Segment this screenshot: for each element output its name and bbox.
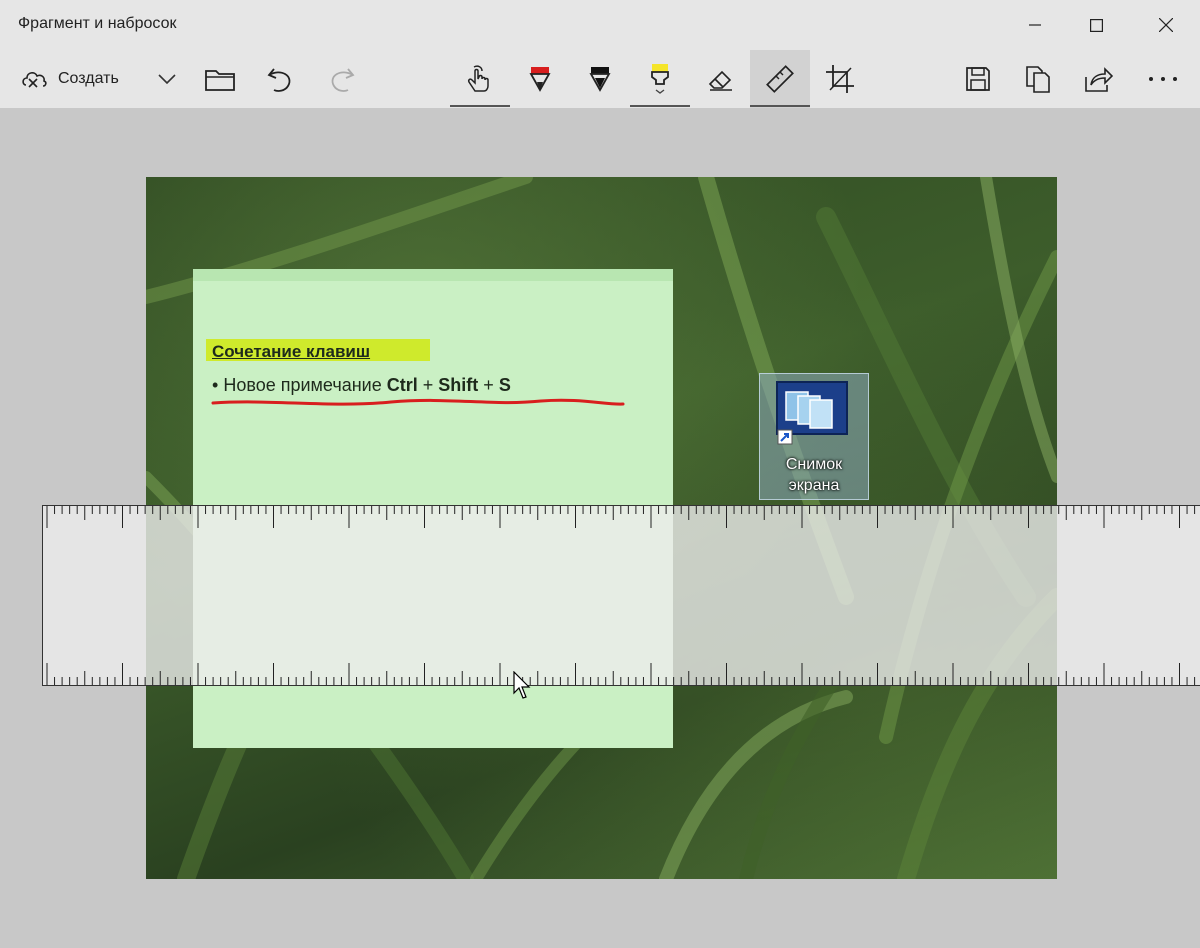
- desktop-shortcut-label: Снимок экрана: [785, 456, 843, 494]
- bullet-text: Новое примечание: [223, 375, 382, 395]
- crop-icon: [826, 65, 854, 93]
- create-dropdown-button[interactable]: [142, 50, 192, 108]
- copy-button[interactable]: [1008, 50, 1068, 108]
- ruler-overlay[interactable]: [42, 505, 1200, 686]
- pencil-icon: [589, 67, 611, 92]
- ruler-active-indicator: [750, 105, 810, 107]
- open-file-button[interactable]: [190, 50, 250, 108]
- copy-icon: [1026, 66, 1050, 93]
- pencil-button[interactable]: [570, 50, 630, 108]
- toolbar: Создать: [0, 50, 1200, 108]
- mouse-cursor-icon: [513, 671, 531, 699]
- new-snip-icon: [22, 72, 47, 88]
- save-icon: [966, 67, 990, 91]
- desktop-shortcut[interactable]: Снимок экрана: [759, 373, 869, 500]
- eraser-button[interactable]: [690, 50, 750, 108]
- highlighter-icon: [651, 64, 669, 94]
- plus-sign: +: [422, 375, 434, 395]
- close-icon: [1159, 18, 1173, 32]
- red-pen-underline: [211, 398, 625, 406]
- close-button[interactable]: [1136, 0, 1196, 50]
- key-ctrl: Ctrl: [386, 375, 418, 395]
- key-s: S: [498, 375, 511, 395]
- more-icon: [1149, 77, 1177, 81]
- touch-writing-icon: [468, 65, 489, 92]
- undo-button[interactable]: [250, 50, 310, 108]
- title-bar: Фрагмент и набросок: [0, 0, 1200, 50]
- ballpoint-pen-icon: [529, 67, 551, 92]
- highlighter-active-indicator: [630, 105, 690, 107]
- ruler-ticks: [46, 506, 1196, 685]
- highlighter-button[interactable]: [630, 50, 690, 108]
- touch-writing-button[interactable]: [450, 50, 510, 108]
- note-heading: Сочетание клавиш: [212, 342, 371, 361]
- plus-sign: +: [483, 375, 494, 395]
- app-title: Фрагмент и набросок: [18, 15, 177, 32]
- more-options-button[interactable]: [1133, 50, 1193, 108]
- redo-icon: [331, 68, 355, 92]
- share-button[interactable]: [1068, 50, 1128, 108]
- note-bullet: • Новое примечание Ctrl + Shift + S: [212, 375, 511, 396]
- minimize-button[interactable]: [1005, 0, 1065, 50]
- ruler-icon: [766, 65, 794, 93]
- minimize-icon: [1029, 24, 1041, 26]
- maximize-icon: [1089, 18, 1103, 32]
- bullet-dot: •: [212, 375, 219, 395]
- redo-button[interactable]: [312, 50, 372, 108]
- key-shift: Shift: [438, 375, 479, 395]
- screenshot-app-icon: [776, 381, 848, 445]
- ballpoint-pen-button[interactable]: [510, 50, 570, 108]
- create-label: Создать: [58, 70, 119, 87]
- ruler-button[interactable]: [750, 50, 810, 108]
- sticky-note-header: [193, 269, 673, 281]
- folder-icon: [205, 70, 235, 91]
- new-snip-button[interactable]: Создать: [10, 50, 150, 108]
- crop-button[interactable]: [810, 50, 870, 108]
- maximize-button[interactable]: [1066, 0, 1126, 50]
- save-button[interactable]: [948, 50, 1008, 108]
- eraser-icon: [708, 70, 732, 91]
- undo-icon: [267, 68, 291, 92]
- touch-writing-active-indicator: [450, 105, 510, 107]
- chevron-down-icon: [158, 74, 176, 84]
- share-icon: [1085, 67, 1113, 92]
